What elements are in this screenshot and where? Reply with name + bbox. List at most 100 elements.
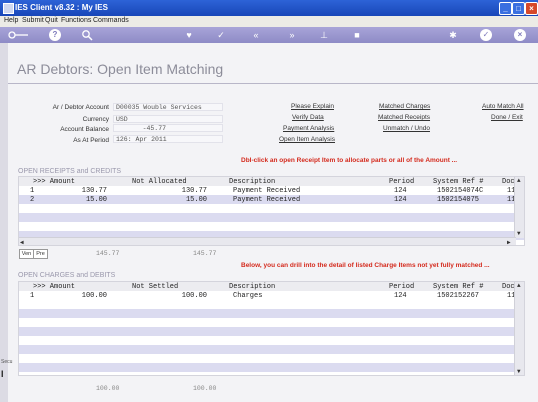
- check-icon[interactable]: ✓: [215, 29, 227, 41]
- debtor-label: Ar / Debtor Account: [52, 104, 109, 111]
- col-system-ref: System Ref #: [433, 178, 484, 186]
- open-item-analysis-link[interactable]: Open Item Analysis: [279, 136, 335, 143]
- toolbar: ? ♥ ✓ « » ⊥ ■ ✱ ✓ ×: [0, 27, 538, 43]
- left-gutter: Secu I: [0, 43, 12, 402]
- row-not-allocated: 130.77: [181, 187, 207, 195]
- col-amount: >>> Amount: [33, 178, 76, 186]
- charges-table: >>> Amount Not Settled Description Perio…: [18, 281, 525, 376]
- row-period: 124: [394, 292, 407, 300]
- key-icon[interactable]: [8, 29, 30, 41]
- charges-total-amount: 100.00: [96, 385, 120, 392]
- row-description: Payment Received: [233, 187, 301, 195]
- title-bar: IES Client v8.32 : My IES _ □ ×: [0, 0, 538, 16]
- table-row[interactable]: 1 100.00 100.00 Charges 124 1502152267 1…: [19, 291, 524, 300]
- row-stripe: [19, 363, 524, 372]
- window-title: IES Client v8.32 : My IES: [15, 3, 108, 12]
- matched-charges-link[interactable]: Matched Charges: [379, 103, 430, 110]
- receipts-section-title: OPEN RECEIPTS and CREDITS: [18, 168, 122, 175]
- maximize-button[interactable]: □: [512, 2, 525, 15]
- col-amount: >>> Amount: [33, 283, 76, 291]
- fast-forward-icon[interactable]: »: [286, 29, 298, 41]
- currency-field[interactable]: USD: [113, 115, 223, 123]
- charges-vscroll[interactable]: ▲ ▼: [514, 282, 524, 375]
- settings-icon[interactable]: ✱: [447, 29, 459, 41]
- side-label: Secu: [1, 359, 13, 365]
- please-explain-link[interactable]: Please Explain: [291, 103, 334, 110]
- table-row[interactable]: 1 130.77 130.77 Payment Received 124 150…: [19, 186, 524, 195]
- receipts-total-amount: 145.77: [96, 250, 120, 257]
- row-system-ref: 1502154075: [437, 196, 480, 204]
- matched-receipts-link[interactable]: Matched Receipts: [378, 114, 430, 121]
- menu-help[interactable]: Help: [4, 17, 18, 24]
- unmatch-undo-link[interactable]: Unmatch / Undo: [383, 125, 430, 132]
- receipts-total-not-allocated: 145.77: [193, 250, 217, 257]
- scroll-right-icon[interactable]: ▶: [507, 239, 511, 245]
- menu-quit[interactable]: Quit: [45, 17, 58, 24]
- payment-analysis-link[interactable]: Payment Analysis: [283, 125, 334, 132]
- scroll-down-icon[interactable]: ▼: [517, 368, 521, 375]
- col-description: Description: [229, 178, 276, 186]
- period-field[interactable]: 126: Apr 2011: [113, 135, 223, 143]
- verify-data-link[interactable]: Verify Data: [292, 114, 324, 121]
- stop-icon[interactable]: ■: [351, 29, 363, 41]
- row-system-ref: 1502152267: [437, 292, 480, 300]
- heart-icon[interactable]: ♥: [183, 29, 195, 41]
- row-num: 1: [30, 292, 35, 300]
- pre-button[interactable]: Pre: [33, 249, 48, 259]
- row-stripe: [19, 327, 524, 336]
- currency-label: Currency: [82, 116, 109, 123]
- rewind-icon[interactable]: «: [250, 29, 262, 41]
- menu-functions[interactable]: Functions: [61, 17, 91, 24]
- scroll-down-icon[interactable]: ▼: [517, 230, 521, 237]
- row-amount: 100.00: [81, 292, 107, 300]
- row-not-settled: 100.00: [181, 292, 207, 300]
- row-amount: 15.00: [85, 196, 107, 204]
- debtor-field[interactable]: D00035 Wouble Services: [113, 103, 223, 111]
- table-row[interactable]: 2 15.00 15.00 Payment Received 124 15021…: [19, 195, 524, 204]
- row-amount: 130.77: [81, 187, 107, 195]
- close-button[interactable]: ×: [525, 2, 538, 15]
- row-system-ref: 1502154074C: [437, 187, 484, 195]
- receipts-hint: DbI-click an open Receipt Item to alloca…: [241, 157, 458, 164]
- row-description: Payment Received: [233, 196, 301, 204]
- page-title: AR Debtors: Open Item Matching: [17, 61, 224, 77]
- ven-button[interactable]: Ven: [19, 249, 34, 259]
- minimize-button[interactable]: _: [499, 2, 512, 15]
- search-icon[interactable]: [81, 29, 93, 41]
- period-label: As At Period: [73, 137, 109, 144]
- balance-label: Account Balance: [60, 126, 109, 133]
- scroll-up-icon[interactable]: ▲: [517, 177, 521, 184]
- charges-section-title: OPEN CHARGES and DEBITS: [18, 272, 116, 279]
- row-period: 124: [394, 196, 407, 204]
- menu-submit[interactable]: Submit: [22, 17, 44, 24]
- row-num: 1: [30, 187, 35, 195]
- cancel-icon[interactable]: ×: [514, 29, 526, 41]
- help-icon[interactable]: ?: [49, 29, 61, 41]
- charges-hint: Below, you can drill into the detail of …: [241, 262, 490, 269]
- title-divider: [8, 83, 538, 84]
- row-period: 124: [394, 187, 407, 195]
- receipts-vscroll[interactable]: ▲ ▼: [514, 177, 524, 238]
- col-not-settled: Not Settled: [132, 283, 179, 291]
- side-marker: I: [1, 369, 4, 379]
- row-stripe: [19, 345, 524, 354]
- row-description: Charges: [233, 292, 263, 300]
- row-not-allocated: 15.00: [185, 196, 207, 204]
- row-num: 2: [30, 196, 35, 204]
- ok-icon[interactable]: ✓: [480, 29, 492, 41]
- menu-commands[interactable]: Commands: [93, 17, 129, 24]
- charges-header: >>> Amount Not Settled Description Perio…: [19, 282, 524, 291]
- receipts-hscroll[interactable]: ◀ ▶: [19, 237, 516, 245]
- col-system-ref: System Ref #: [433, 283, 484, 291]
- scroll-up-icon[interactable]: ▲: [517, 282, 521, 289]
- receipts-table: >>> Amount Not Allocated Description Per…: [18, 176, 525, 246]
- receipts-header: >>> Amount Not Allocated Description Per…: [19, 177, 524, 186]
- scroll-left-icon[interactable]: ◀: [20, 239, 24, 245]
- done-exit-link[interactable]: Done / Exit: [491, 114, 523, 121]
- row-stripe: [19, 309, 524, 318]
- auto-match-all-link[interactable]: Auto Match All: [482, 103, 524, 110]
- col-description: Description: [229, 283, 276, 291]
- charges-total-not-settled: 100.00: [193, 385, 217, 392]
- row-stripe: [19, 213, 524, 222]
- pin-icon[interactable]: ⊥: [318, 29, 330, 41]
